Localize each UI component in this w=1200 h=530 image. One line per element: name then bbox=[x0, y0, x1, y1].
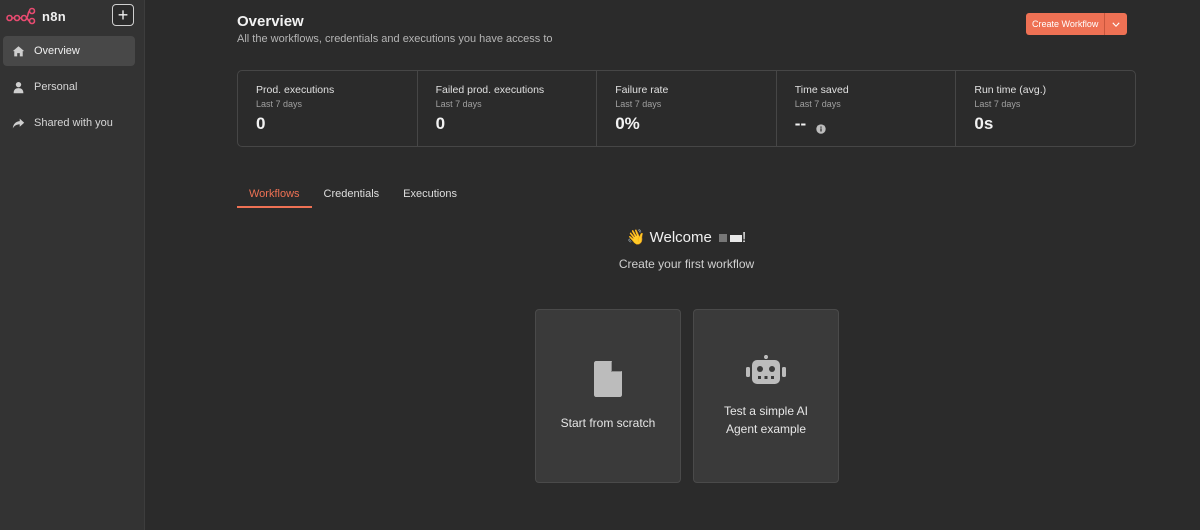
sidebar-item-shared[interactable]: Shared with you bbox=[3, 108, 135, 138]
stat-period: Last 7 days bbox=[615, 99, 662, 109]
stat-run-time: Run time (avg.) Last 7 days 0s bbox=[956, 71, 1135, 146]
tab-executions[interactable]: Executions bbox=[391, 186, 469, 208]
stat-period: Last 7 days bbox=[974, 99, 1021, 109]
welcome-heading: 👋 Welcome ! bbox=[237, 228, 1136, 246]
card-label: Test a simple AI Agent example bbox=[723, 403, 809, 436]
page-subtitle: All the workflows, credentials and execu… bbox=[237, 33, 553, 45]
tab-credentials[interactable]: Credentials bbox=[312, 186, 392, 208]
stat-value: 0s bbox=[974, 114, 994, 133]
user-icon bbox=[11, 80, 25, 94]
ai-agent-example-card[interactable]: Test a simple AI Agent example bbox=[693, 309, 839, 483]
info-icon[interactable] bbox=[816, 119, 826, 134]
welcome-text: Welcome bbox=[649, 229, 712, 246]
card-label: Start from scratch bbox=[560, 415, 656, 430]
sidebar-item-overview[interactable]: Overview bbox=[3, 36, 135, 66]
stat-label: Prod. executions bbox=[256, 84, 335, 96]
n8n-logo-icon bbox=[6, 7, 36, 25]
stat-value: -- bbox=[795, 114, 938, 134]
stat-period: Last 7 days bbox=[256, 99, 303, 109]
stat-label: Failed prod. executions bbox=[435, 84, 545, 96]
sidebar-item-label: Shared with you bbox=[34, 117, 113, 129]
stat-label: Failure rate bbox=[615, 84, 669, 96]
sidebar-nav: Overview Personal Shared with you bbox=[3, 36, 135, 144]
welcome-suffix: ! bbox=[742, 229, 747, 246]
create-workflow-dropdown[interactable] bbox=[1105, 13, 1128, 35]
start-from-scratch-card[interactable]: Start from scratch bbox=[535, 309, 681, 483]
welcome-subtitle: Create your first workflow bbox=[618, 257, 755, 271]
stat-label: Run time (avg.) bbox=[974, 84, 1047, 96]
stats-panel: Prod. executions Last 7 days 0 Failed pr… bbox=[237, 70, 1136, 147]
stat-prod-executions: Prod. executions Last 7 days 0 bbox=[238, 71, 418, 146]
stat-time-saved: Time saved Last 7 days -- bbox=[777, 71, 957, 146]
redacted-name-block bbox=[719, 234, 728, 243]
stat-value: 0 bbox=[435, 114, 446, 133]
sidebar: n8n + Overview Personal Shared with you bbox=[0, 0, 145, 530]
create-workflow-group: Create Workflow bbox=[1026, 13, 1128, 35]
wave-emoji: 👋 bbox=[626, 229, 646, 246]
add-button[interactable]: + bbox=[112, 4, 134, 26]
create-workflow-button[interactable]: Create Workflow bbox=[1026, 13, 1106, 35]
home-icon bbox=[11, 44, 25, 58]
sidebar-item-label: Personal bbox=[34, 81, 78, 93]
sidebar-item-personal[interactable]: Personal bbox=[3, 72, 135, 102]
chevron-down-icon bbox=[1112, 22, 1120, 28]
sidebar-item-label: Overview bbox=[34, 45, 80, 57]
brand[interactable]: n8n bbox=[6, 6, 66, 26]
robot-icon bbox=[746, 354, 786, 390]
file-icon bbox=[594, 360, 622, 402]
stat-value: 0% bbox=[615, 114, 640, 133]
share-icon bbox=[11, 116, 25, 130]
stat-period: Last 7 days bbox=[794, 99, 841, 109]
stat-period: Last 7 days bbox=[435, 99, 482, 109]
stat-label: Time saved bbox=[794, 84, 849, 96]
tab-workflows[interactable]: Workflows bbox=[237, 186, 312, 208]
stat-failure-rate: Failure rate Last 7 days 0% bbox=[597, 71, 777, 146]
content-tabs: Workflows Credentials Executions bbox=[237, 186, 469, 208]
page-title: Overview bbox=[237, 13, 304, 30]
redacted-name-block bbox=[730, 234, 743, 242]
stat-value: 0 bbox=[256, 114, 266, 133]
brand-name: n8n bbox=[42, 8, 67, 24]
stat-failed-executions: Failed prod. executions Last 7 days 0 bbox=[418, 71, 598, 146]
